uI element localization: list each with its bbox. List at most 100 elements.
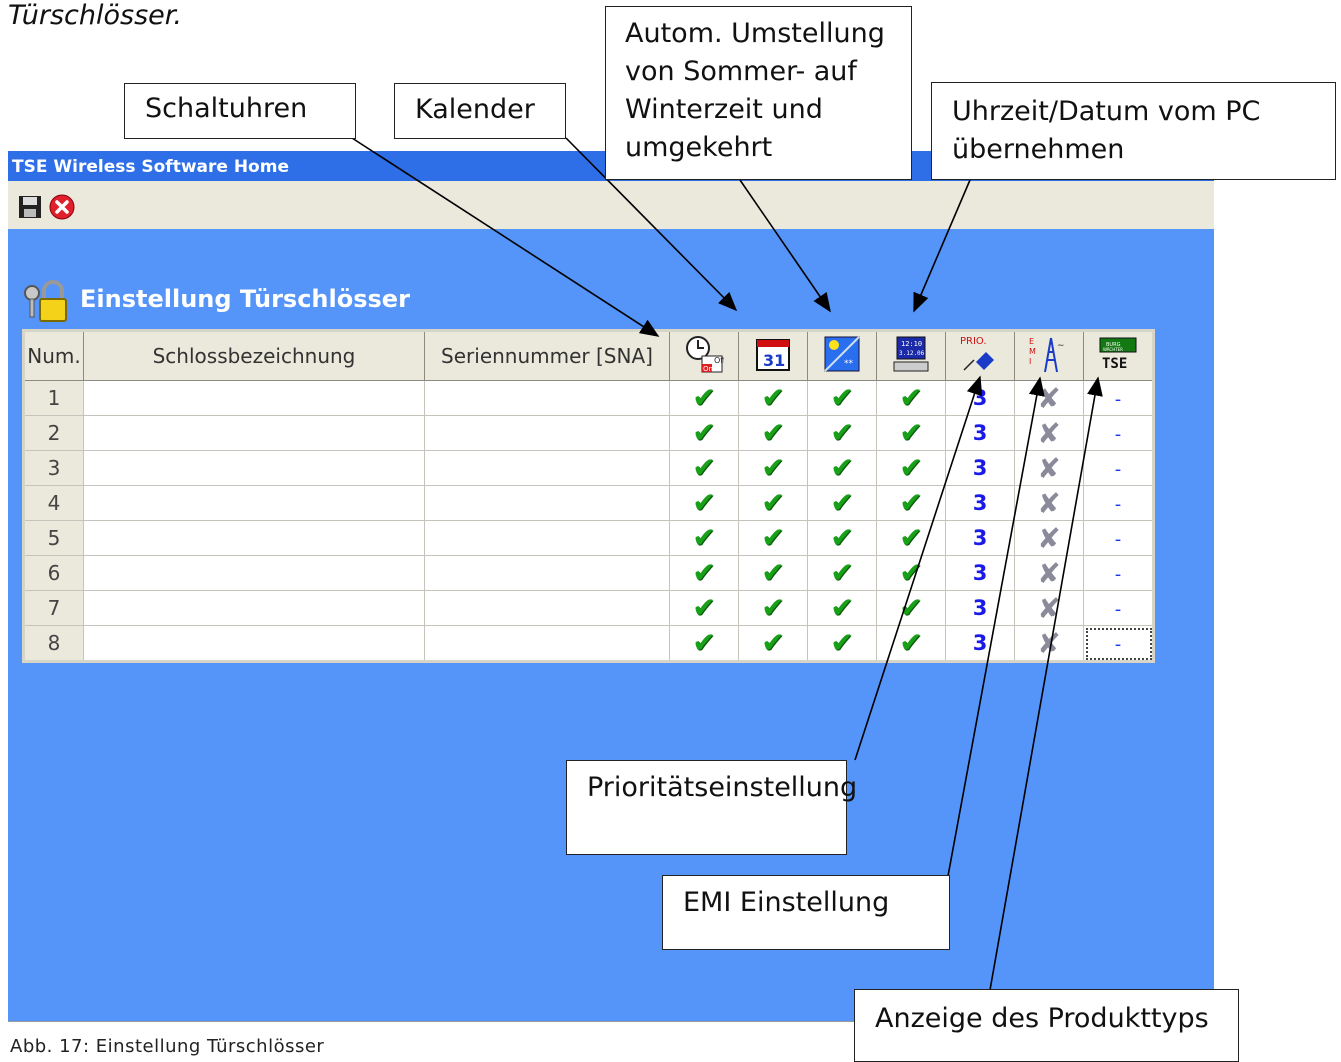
- checkmark-icon: ✔: [899, 626, 923, 659]
- timer-switch-toggle[interactable]: ✔: [669, 590, 739, 626]
- calendar-toggle[interactable]: ✔: [738, 415, 808, 451]
- checkmark-icon: ✔: [899, 486, 923, 519]
- header-timer-switch[interactable]: Off On: [669, 330, 739, 381]
- table-row[interactable]: 5 ✔ ✔ ✔ ✔ 3 ✘ -: [23, 520, 1154, 556]
- serial-number-cell[interactable]: [424, 625, 670, 662]
- emi-toggle[interactable]: ✘: [1014, 450, 1084, 486]
- calendar-icon: 31: [756, 338, 790, 371]
- lock-name-cell[interactable]: [83, 625, 425, 662]
- table-row[interactable]: 1 ✔ ✔ ✔ ✔ 3 ✘ -: [23, 380, 1154, 416]
- header-pc-clock[interactable]: 12:10 3.12.06: [876, 330, 946, 381]
- serial-number-cell[interactable]: [424, 555, 670, 591]
- summer-winter-toggle[interactable]: ✔: [807, 450, 877, 486]
- lock-name-cell[interactable]: [83, 380, 425, 416]
- product-type-value: -: [1114, 634, 1122, 655]
- checkmark-icon: ✔: [830, 521, 854, 554]
- pc-clock-toggle[interactable]: ✔: [876, 555, 946, 591]
- pc-clock-toggle[interactable]: ✔: [876, 380, 946, 416]
- lock-name-cell[interactable]: [83, 555, 425, 591]
- pc-clock-toggle[interactable]: ✔: [876, 415, 946, 451]
- summer-winter-toggle[interactable]: ✔: [807, 555, 877, 591]
- timer-switch-toggle[interactable]: ✔: [669, 380, 739, 416]
- table-row[interactable]: 3 ✔ ✔ ✔ ✔ 3 ✘ -: [23, 450, 1154, 486]
- product-type-cell: -: [1083, 555, 1154, 591]
- checkmark-icon: ✔: [830, 591, 854, 624]
- priority-cell[interactable]: 3: [945, 450, 1015, 486]
- close-circle-icon: [49, 194, 75, 220]
- lock-name-cell[interactable]: [83, 450, 425, 486]
- svg-text:PRIO.: PRIO.: [960, 336, 987, 347]
- table-row[interactable]: 8 ✔ ✔ ✔ ✔ 3 ✘ -: [23, 625, 1154, 662]
- summer-winter-toggle[interactable]: ✔: [807, 415, 877, 451]
- summer-winter-toggle[interactable]: ✔: [807, 625, 877, 662]
- emi-toggle[interactable]: ✘: [1014, 380, 1084, 416]
- priority-cell[interactable]: 3: [945, 625, 1015, 662]
- timer-switch-toggle[interactable]: ✔: [669, 520, 739, 556]
- pc-clock-toggle[interactable]: ✔: [876, 485, 946, 521]
- table-row[interactable]: 6 ✔ ✔ ✔ ✔ 3 ✘ -: [23, 555, 1154, 591]
- serial-number-cell[interactable]: [424, 590, 670, 626]
- toolbar: [8, 181, 1214, 229]
- emi-toggle[interactable]: ✘: [1014, 415, 1084, 451]
- emi-toggle[interactable]: ✘: [1014, 520, 1084, 556]
- figure-caption: Abb. 17: Einstellung Türschlösser: [10, 1036, 325, 1057]
- table-row[interactable]: 4 ✔ ✔ ✔ ✔ 3 ✘ -: [23, 485, 1154, 521]
- calendar-toggle[interactable]: ✔: [738, 380, 808, 416]
- lock-name-cell[interactable]: [83, 485, 425, 521]
- serial-number-cell[interactable]: [424, 450, 670, 486]
- header-calendar[interactable]: 31: [738, 330, 808, 381]
- product-type-cell: -: [1083, 625, 1154, 662]
- header-priority[interactable]: PRIO.: [945, 330, 1015, 381]
- lock-name-cell[interactable]: [83, 520, 425, 556]
- callout-produkttyp: Anzeige des Produkttyps: [854, 989, 1239, 1062]
- timer-switch-toggle[interactable]: ✔: [669, 415, 739, 451]
- pc-clock-toggle[interactable]: ✔: [876, 520, 946, 556]
- calendar-toggle[interactable]: ✔: [738, 450, 808, 486]
- timer-switch-toggle[interactable]: ✔: [669, 485, 739, 521]
- serial-number-cell[interactable]: [424, 520, 670, 556]
- priority-value: 3: [972, 386, 988, 410]
- serial-number-cell[interactable]: [424, 380, 670, 416]
- summer-winter-toggle[interactable]: ✔: [807, 590, 877, 626]
- header-num[interactable]: Num.: [23, 330, 84, 381]
- header-seriennummer[interactable]: Seriennummer [SNA]: [424, 330, 670, 381]
- emi-toggle[interactable]: ✘: [1014, 485, 1084, 521]
- emi-toggle[interactable]: ✘: [1014, 555, 1084, 591]
- priority-cell[interactable]: 3: [945, 415, 1015, 451]
- save-button[interactable]: [16, 193, 44, 221]
- calendar-toggle[interactable]: ✔: [738, 485, 808, 521]
- pc-clock-toggle[interactable]: ✔: [876, 625, 946, 662]
- priority-value: 3: [972, 491, 988, 515]
- summer-winter-toggle[interactable]: ✔: [807, 485, 877, 521]
- lock-name-cell[interactable]: [83, 590, 425, 626]
- calendar-toggle[interactable]: ✔: [738, 625, 808, 662]
- summer-winter-toggle[interactable]: ✔: [807, 380, 877, 416]
- header-schlossbezeichnung[interactable]: Schlossbezeichnung: [83, 330, 425, 381]
- table-row[interactable]: 2 ✔ ✔ ✔ ✔ 3 ✘ -: [23, 415, 1154, 451]
- timer-switch-toggle[interactable]: ✔: [669, 625, 739, 662]
- x-mark-icon: ✘: [1037, 591, 1061, 625]
- header-product-type[interactable]: BURG WÄCHTER TSE: [1083, 330, 1154, 381]
- priority-cell[interactable]: 3: [945, 555, 1015, 591]
- priority-cell[interactable]: 3: [945, 485, 1015, 521]
- emi-toggle[interactable]: ✘: [1014, 590, 1084, 626]
- calendar-toggle[interactable]: ✔: [738, 555, 808, 591]
- priority-cell[interactable]: 3: [945, 520, 1015, 556]
- calendar-toggle[interactable]: ✔: [738, 520, 808, 556]
- table-row[interactable]: 7 ✔ ✔ ✔ ✔ 3 ✘ -: [23, 590, 1154, 626]
- lock-name-cell[interactable]: [83, 415, 425, 451]
- serial-number-cell[interactable]: [424, 485, 670, 521]
- timer-switch-toggle[interactable]: ✔: [669, 450, 739, 486]
- header-emi[interactable]: E M I ∼: [1014, 330, 1084, 381]
- priority-cell[interactable]: 3: [945, 590, 1015, 626]
- serial-number-cell[interactable]: [424, 415, 670, 451]
- pc-clock-toggle[interactable]: ✔: [876, 450, 946, 486]
- timer-switch-toggle[interactable]: ✔: [669, 555, 739, 591]
- summer-winter-toggle[interactable]: ✔: [807, 520, 877, 556]
- pc-clock-toggle[interactable]: ✔: [876, 590, 946, 626]
- close-button[interactable]: [48, 193, 76, 221]
- header-summer-winter[interactable]: **: [807, 330, 877, 381]
- emi-toggle[interactable]: ✘: [1014, 625, 1084, 662]
- priority-cell[interactable]: 3: [945, 380, 1015, 416]
- calendar-toggle[interactable]: ✔: [738, 590, 808, 626]
